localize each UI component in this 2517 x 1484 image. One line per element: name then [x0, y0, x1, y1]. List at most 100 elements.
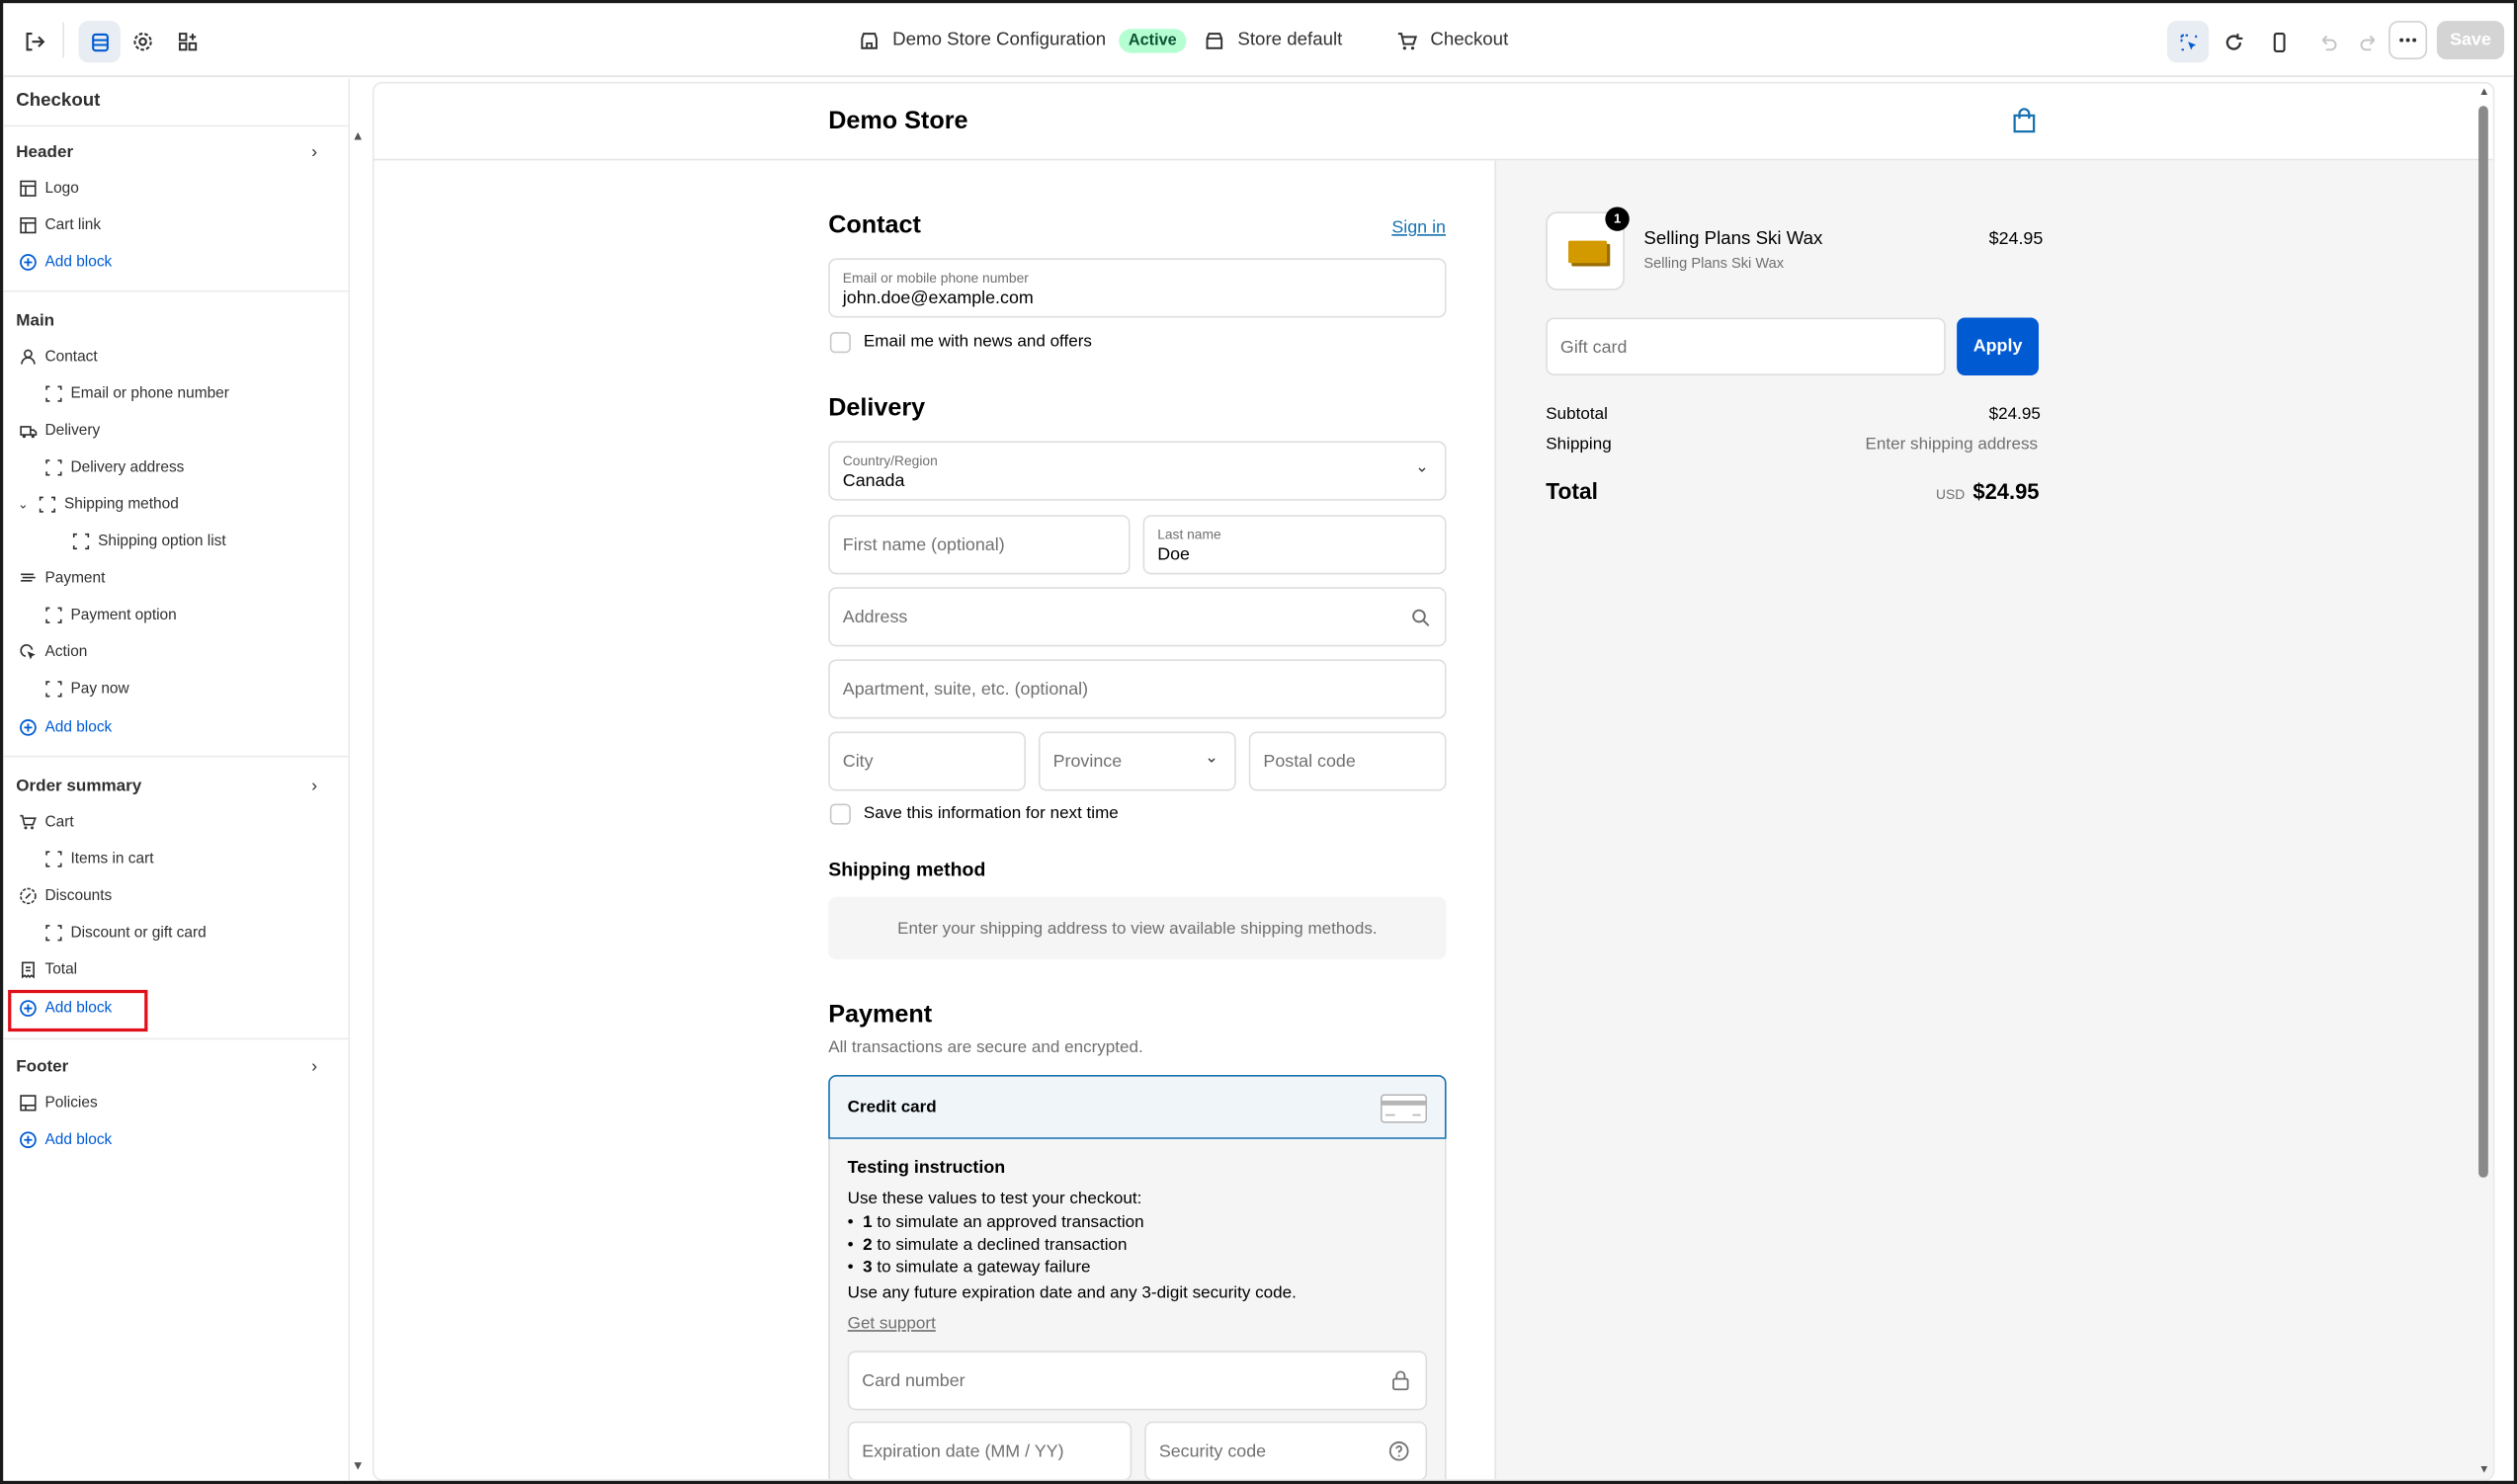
plus-circle-icon — [20, 719, 37, 736]
sidebar-item-label: Payment option — [70, 606, 177, 624]
divider — [3, 124, 351, 127]
sidebar-item-action[interactable]: Action — [19, 643, 87, 661]
sidebar-item-label: Delivery — [44, 422, 101, 440]
more-options-icon[interactable] — [2389, 21, 2428, 60]
sidebar-item-contact[interactable]: Contact — [19, 348, 98, 366]
section-order-summary-title[interactable]: Order summary — [16, 777, 141, 795]
test-value-item: • 1 to simulate an approved transaction — [847, 1212, 1144, 1233]
sidebar-item-total[interactable]: Total — [19, 961, 77, 979]
newsletter-checkbox[interactable] — [829, 332, 851, 354]
last-name-label: Last name — [1157, 526, 1221, 542]
postal-code-field[interactable]: Postal code — [1248, 731, 1447, 791]
apartment-field[interactable]: Apartment, suite, etc. (optional) — [828, 659, 1447, 719]
sidebar-item-payment-option[interactable]: Payment option — [44, 606, 177, 624]
sidebar-item-label: Total — [44, 960, 78, 979]
redo-icon[interactable] — [2348, 21, 2390, 62]
sidebar-item-label: Discounts — [44, 886, 113, 905]
sidebar-item-shipping-option-list[interactable]: Shipping option list — [72, 533, 226, 550]
province-placeholder: Province — [1052, 752, 1123, 773]
section-footer-title[interactable]: Footer — [16, 1057, 68, 1076]
country-select[interactable]: Country/Region Canada ⌄ — [828, 441, 1447, 501]
sidebar-item-shipping-method[interactable]: ⌄ Shipping method — [18, 496, 179, 514]
product-name: Selling Plans Ski Wax — [1643, 229, 1823, 249]
block-icon — [45, 385, 62, 402]
sidebar-item-policies[interactable]: Policies — [19, 1094, 98, 1112]
shopping-bag-icon[interactable] — [2011, 108, 2037, 143]
sidebar-item-pay-now[interactable]: Pay now — [44, 680, 129, 698]
expiration-placeholder: Expiration date (MM / YY) — [862, 1442, 1064, 1462]
block-icon — [45, 925, 62, 942]
total-value: $24.95 — [1972, 479, 2040, 504]
credit-card-option[interactable]: Credit card — [828, 1074, 1447, 1139]
config-selector[interactable]: Demo Store Configuration Active — [859, 3, 1187, 77]
mobile-icon[interactable] — [2259, 21, 2301, 62]
sidebar-item-cart[interactable]: Cart — [19, 813, 74, 831]
sections-icon[interactable] — [78, 21, 121, 63]
shipping-label: Shipping — [1546, 435, 1612, 454]
exit-icon[interactable] — [13, 21, 54, 62]
chevron-right-icon[interactable]: › — [311, 1057, 317, 1076]
page-selector[interactable]: Checkout — [1396, 3, 1508, 77]
last-name-field[interactable]: Last name Doe — [1142, 515, 1447, 575]
apply-button[interactable]: Apply — [1957, 317, 2039, 375]
sidebar-item-delivery-address[interactable]: Delivery address — [44, 458, 184, 476]
sidebar-item-payment[interactable]: Payment — [19, 569, 105, 587]
cart-icon — [20, 814, 37, 830]
chevron-down-icon: ⌄ — [1205, 749, 1218, 768]
city-field[interactable]: City — [828, 731, 1026, 791]
undo-icon[interactable] — [2307, 21, 2348, 62]
sidebar-item-discounts[interactable]: Discounts — [19, 887, 112, 905]
add-block-header-button[interactable]: Add block — [19, 253, 113, 272]
quantity-badge: 1 — [1605, 206, 1630, 231]
sidebar-item-items-in-cart[interactable]: Items in cart — [44, 851, 154, 867]
add-block-main-button[interactable]: Add block — [19, 718, 112, 736]
country-value: Canada — [842, 471, 905, 491]
chevron-down-icon[interactable]: ⌄ — [18, 497, 31, 512]
store-name[interactable]: Demo Store — [828, 108, 967, 136]
checkout-preview: Demo Store Contact Sign in Email or mobi… — [372, 81, 2495, 1481]
scroll-up-arrow[interactable]: ▲ — [352, 128, 365, 143]
refresh-icon[interactable] — [2212, 21, 2253, 62]
sidebar-item-discount-or-gift-card[interactable]: Discount or gift card — [44, 924, 207, 942]
address-field[interactable]: Address — [828, 587, 1447, 647]
scroll-down-arrow[interactable]: ▼ — [352, 1458, 365, 1473]
chevron-right-icon[interactable]: › — [311, 777, 317, 795]
gear-icon[interactable] — [122, 21, 163, 62]
sidebar-item-logo[interactable]: Logo — [19, 180, 79, 198]
preview-scrollbar[interactable] — [2478, 106, 2488, 1178]
get-support-link[interactable]: Get support — [848, 1314, 936, 1333]
subtotal-label: Subtotal — [1546, 404, 1608, 424]
apps-icon[interactable] — [167, 21, 209, 62]
sidebar-item-delivery[interactable]: Delivery — [19, 422, 100, 440]
sidebar-item-email-or-phone[interactable]: Email or phone number — [44, 385, 229, 403]
help-icon[interactable] — [1388, 1441, 1409, 1461]
plus-circle-icon — [20, 254, 37, 271]
email-field[interactable]: Email or mobile phone number john.doe@ex… — [828, 258, 1447, 318]
inspector-icon[interactable] — [2166, 21, 2210, 63]
sidebar-item-cart-link[interactable]: Cart link — [19, 216, 101, 234]
store-default-selector[interactable]: Store default — [1204, 3, 1342, 77]
truck-icon — [20, 426, 38, 439]
save-info-checkbox[interactable] — [829, 803, 851, 825]
newsletter-label: Email me with news and offers — [863, 332, 1092, 352]
province-select[interactable]: Province ⌄ — [1038, 731, 1236, 791]
scroll-down-arrow[interactable]: ▼ — [2478, 1465, 2489, 1476]
card-number-field[interactable]: Card number — [847, 1351, 1428, 1411]
gift-card-field[interactable]: Gift card — [1546, 317, 1946, 375]
product-variant: Selling Plans Ski Wax — [1643, 255, 1785, 272]
sidebar-item-label: Shipping method — [63, 495, 179, 514]
save-button[interactable]: Save — [2436, 21, 2505, 60]
product-price: $24.95 — [1988, 229, 2044, 249]
expiration-date-field[interactable]: Expiration date (MM / YY) — [847, 1421, 1133, 1480]
sign-in-link[interactable]: Sign in — [1391, 218, 1446, 237]
add-block-label: Add block — [44, 253, 113, 272]
first-name-field[interactable]: First name (optional) — [828, 515, 1131, 575]
section-header-title[interactable]: Header — [16, 143, 73, 162]
cash-icon — [21, 573, 36, 582]
security-code-field[interactable]: Security code — [1144, 1421, 1428, 1480]
search-icon — [1412, 609, 1430, 626]
chevron-right-icon[interactable]: › — [311, 143, 317, 162]
add-block-footer-button[interactable]: Add block — [19, 1131, 112, 1149]
scroll-up-arrow[interactable]: ▲ — [2478, 87, 2489, 98]
sidebar-item-label: Payment — [44, 569, 106, 588]
